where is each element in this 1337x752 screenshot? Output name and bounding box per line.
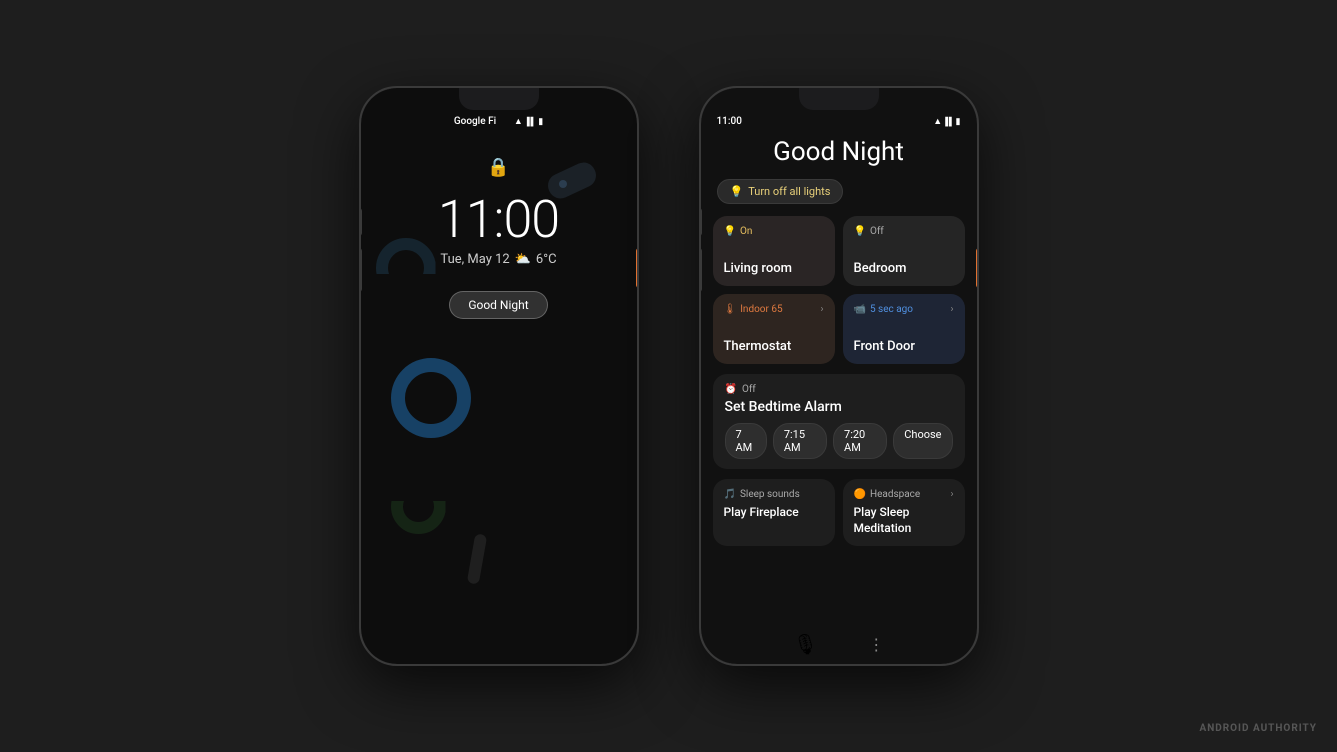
goodnight-screen: 11:00 Good Night 💡 Turn off all lights [701, 88, 977, 664]
bottom-cards-grid: 🎵 Sleep sounds Play Fireplace 🟠 Headspac… [701, 479, 977, 546]
thermostat-status-text: Indoor 65 [740, 304, 782, 315]
status-icons [514, 116, 543, 127]
alarm-chip-choose[interactable]: Choose [893, 423, 952, 459]
watermark: ANDROID AUTHORITY [1199, 723, 1317, 734]
alarm-title: Set Bedtime Alarm [725, 399, 953, 415]
carrier-label: Google Fi [454, 116, 496, 127]
gn-wifi-icon [933, 116, 942, 127]
bulb-icon: 💡 [730, 185, 744, 198]
lockscreen-content: Google Fi 🔒 11:00 Tue, May 12 [438, 116, 559, 319]
u-shape [391, 479, 446, 534]
lock-icon: 🔒 [487, 157, 509, 178]
thermostat-card[interactable]: 🌡 Indoor 65 › Thermostat [713, 294, 835, 364]
alarm-chip-7am[interactable]: 7 AM [725, 423, 767, 459]
gn-signal-icon [945, 116, 952, 127]
thermostat-label: Thermostat [724, 339, 824, 354]
gn-time: 11:00 [717, 116, 742, 127]
alarm-chip-715am[interactable]: 7:15 AM [773, 423, 827, 459]
bedroom-label: Bedroom [854, 261, 954, 276]
headspace-card[interactable]: 🟠 Headspace › Play Sleep Meditation [843, 479, 965, 546]
sleep-sounds-label: Play Fireplace [724, 505, 824, 521]
thermostat-card-header: 🌡 Indoor 65 › [724, 304, 824, 315]
headspace-header: 🟠 Headspace › [854, 489, 954, 500]
volume-up-button-2[interactable] [699, 208, 702, 236]
gn-status-bar: 11:00 [701, 116, 977, 127]
music-icon: 🎵 [724, 489, 736, 500]
power-button[interactable] [636, 248, 639, 288]
phone-goodnight: 11:00 Good Night 💡 Turn off all lights [699, 86, 979, 666]
headspace-label: Play Sleep Meditation [854, 505, 954, 536]
lockscreen-time: 11:00 [438, 194, 559, 246]
thermostat-icon: 🌡 [724, 304, 737, 315]
headspace-chevron-icon: › [950, 489, 953, 500]
headspace-category: Headspace [870, 489, 920, 500]
power-button-2[interactable] [976, 248, 979, 288]
notch-2 [799, 88, 879, 110]
turn-off-lights-button[interactable]: 💡 Turn off all lights [717, 179, 844, 204]
living-room-icon: 💡 [724, 226, 736, 237]
date-text: Tue, May 12 [440, 252, 509, 267]
notch [459, 88, 539, 110]
alarm-header: ⏰ Off [725, 384, 953, 395]
bedroom-card[interactable]: 💡 Off Bedroom [843, 216, 965, 286]
front-door-status-text: 5 sec ago [870, 304, 913, 315]
gn-status-icons [933, 116, 960, 127]
bedroom-status-text: Off [870, 226, 884, 237]
bedroom-card-header: 💡 Off [854, 226, 954, 237]
front-door-card[interactable]: 📹 5 sec ago › Front Door [843, 294, 965, 364]
signal-icon [527, 116, 534, 127]
sleep-sounds-category: Sleep sounds [740, 489, 800, 500]
alarm-section: ⏰ Off Set Bedtime Alarm 7 AM 7:15 AM 7:2… [713, 374, 965, 469]
navbar: 🎙 ⋮ [701, 624, 977, 664]
volume-down-button[interactable] [359, 248, 362, 292]
goodnight-button[interactable]: Good Night [449, 291, 547, 319]
volume-up-button[interactable] [359, 208, 362, 236]
ring-shape [391, 358, 471, 438]
bedroom-status: 💡 Off [854, 226, 884, 237]
thermostat-chevron-icon: › [820, 304, 823, 315]
alarm-status-text: Off [742, 384, 756, 395]
living-room-status-text: On [740, 226, 752, 237]
c-shape [376, 238, 436, 298]
bar-shape [466, 533, 487, 584]
front-door-status: 📹 5 sec ago [854, 304, 914, 315]
alarm-chip-720am[interactable]: 7:20 AM [833, 423, 887, 459]
camera-icon: 📹 [854, 304, 866, 315]
front-door-label: Front Door [854, 339, 954, 354]
front-door-chevron-icon: › [950, 304, 953, 315]
front-door-card-header: 📹 5 sec ago › [854, 304, 954, 315]
sleep-sounds-header: 🎵 Sleep sounds [724, 489, 824, 500]
alarm-times: 7 AM 7:15 AM 7:20 AM Choose [725, 423, 953, 459]
bedroom-icon: 💡 [854, 226, 866, 237]
gn-battery-icon [956, 116, 961, 127]
sleep-sounds-card[interactable]: 🎵 Sleep sounds Play Fireplace [713, 479, 835, 546]
page-title: Good Night [701, 137, 977, 167]
scene: Google Fi 🔒 11:00 Tue, May 12 [0, 0, 1337, 752]
alarm-icon: ⏰ [725, 384, 737, 395]
lockscreen-date: Tue, May 12 ⛅ 6°C [440, 252, 556, 267]
device-cards-grid: 💡 On Living room 💡 Off [701, 216, 977, 364]
thermostat-status: 🌡 Indoor 65 [724, 304, 783, 315]
temperature-text: 6°C [536, 252, 557, 267]
lockscreen: Google Fi 🔒 11:00 Tue, May 12 [361, 88, 637, 664]
weather-icon: ⛅ [515, 252, 531, 267]
battery-icon [538, 116, 543, 127]
living-room-card[interactable]: 💡 On Living room [713, 216, 835, 286]
headspace-icon: 🟠 [854, 489, 866, 500]
more-icon[interactable]: ⋮ [868, 635, 884, 654]
living-room-card-header: 💡 On [724, 226, 824, 237]
living-room-label: Living room [724, 261, 824, 276]
living-room-status: 💡 On [724, 226, 753, 237]
turn-off-label: Turn off all lights [748, 185, 830, 198]
volume-down-button-2[interactable] [699, 248, 702, 292]
mic-icon[interactable]: 🎙 [793, 632, 818, 656]
dot-shape [559, 180, 567, 188]
wifi-icon [514, 116, 523, 127]
status-bar: Google Fi [438, 116, 559, 127]
phone-lockscreen: Google Fi 🔒 11:00 Tue, May 12 [359, 86, 639, 666]
